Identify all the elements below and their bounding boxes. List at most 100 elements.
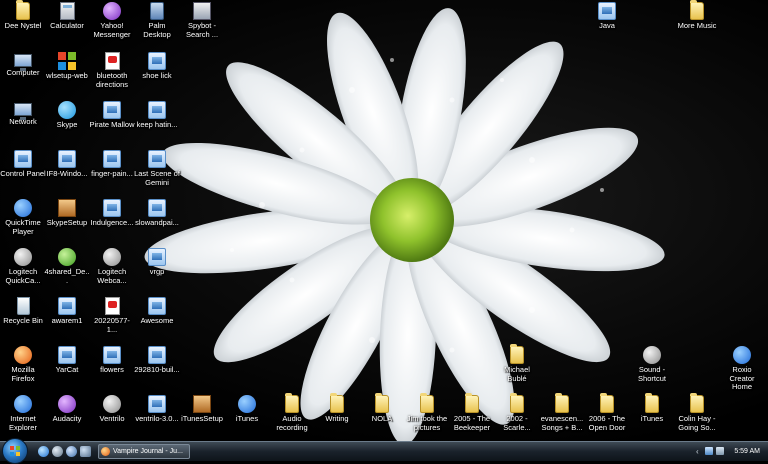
desktop-icon-colin-hay[interactable]: Colin Hay - Going So... [674, 393, 720, 432]
yahoo-messenger-icon [103, 2, 121, 20]
desktop-icon-slowandpainful[interactable]: slowandpai... [134, 199, 180, 228]
desktop-icon-evanescence-songs[interactable]: evanescen... Songs + B... [539, 393, 585, 432]
firefox-icon [14, 346, 32, 364]
clock[interactable]: 5:59 AM [734, 442, 760, 461]
desktop-icon-label: slowandpai... [135, 218, 179, 227]
switch-windows-icon[interactable] [66, 446, 77, 457]
desktop-icon-label: ventrilo-3.0... [135, 414, 179, 423]
desktop-icon-label: YarCat [55, 365, 79, 374]
skype-icon [58, 101, 76, 119]
image-file-icon [58, 297, 76, 315]
desktop-icon-palm-desktop[interactable]: Palm Desktop [134, 2, 180, 39]
taskbar: Vampire Journal - Ju... ‹ 5:59 AM [0, 438, 768, 464]
spybot-icon [193, 2, 211, 20]
folder-icon [690, 393, 704, 413]
desktop-icon-yahoo-messenger[interactable]: Yahoo! Messenger [89, 2, 135, 39]
image-file-icon [148, 150, 166, 168]
desktop-icon-writing[interactable]: Writing [314, 393, 360, 424]
desktop-icon-shoe-lick[interactable]: shoe lick [134, 52, 180, 81]
desktop-icon-flowers[interactable]: flowers [89, 346, 135, 375]
desktop[interactable]: Dee Nystel Computer Network Control Pane… [0, 0, 768, 441]
desktop-icon-control-panel[interactable]: Control Panel [0, 150, 46, 179]
desktop-icon-ie8-windows[interactable]: IF8-Windo... [44, 150, 90, 179]
volume-tray-icon[interactable] [716, 447, 724, 455]
desktop-icon-2002-scarlet[interactable]: 2002 - Scarle... [494, 393, 540, 432]
desktop-icon-skypesetup[interactable]: SkypeSetup [44, 199, 90, 228]
network-tray-icon[interactable] [705, 447, 713, 455]
desktop-icon-wlsetup-web[interactable]: wlsetup-web [44, 52, 90, 81]
desktop-icon-mozilla-firefox[interactable]: Mozilla Firefox [0, 346, 46, 383]
desktop-icon-spybot[interactable]: Spybot - Search ... [179, 2, 225, 39]
desktop-icon-label: Sound - Shortcut [638, 365, 666, 383]
desktop-icon-itunes-folder[interactable]: iTunes [629, 393, 675, 424]
desktop-icon-ventrilo[interactable]: Ventrilo [89, 395, 135, 424]
desktop-icon-292810-build[interactable]: 292810-buil... [134, 346, 180, 375]
installer-icon [148, 395, 166, 413]
desktop-icon-audio-recording[interactable]: Audio recording [269, 393, 315, 432]
desktop-icon-itunes[interactable]: iTunes [224, 395, 270, 424]
desktop-icon-vrgp[interactable]: vrgp [134, 248, 180, 277]
desktop-icon-roxio-creator-home[interactable]: Roxio Creator Home [719, 346, 765, 392]
desktop-icon-label: iTunes [235, 414, 259, 423]
internet-explorer-icon [14, 395, 32, 413]
desktop-icon-internet-explorer[interactable]: Internet Explorer [0, 395, 46, 432]
folder-icon [420, 393, 434, 413]
pdf-icon [104, 297, 120, 315]
desktop-icon-last-scene-of-gemini[interactable]: Last Scene of Gemini [134, 150, 180, 187]
desktop-icon-michael-buble[interactable]: Michael Bublé [494, 344, 540, 383]
image-file-icon [103, 101, 121, 119]
desktop-icon-ventrilo-setup[interactable]: ventrilo-3.0... [134, 395, 180, 424]
media-player-icon[interactable] [52, 446, 63, 457]
desktop-icon-awarem1[interactable]: awarem1 [44, 297, 90, 326]
desktop-icon-calculator[interactable]: Calculator [44, 2, 90, 31]
folder-icon [510, 344, 524, 364]
desktop-icon-label: Internet Explorer [9, 414, 37, 432]
webcam-icon [103, 248, 121, 266]
desktop-icon-java[interactable]: Java [584, 2, 630, 31]
desktop-icon-label: Indulgence... [90, 218, 134, 227]
desktop-icon-bluetooth-directions[interactable]: bluetooth directions [89, 52, 135, 89]
show-desktop-icon[interactable] [80, 446, 91, 457]
desktop-icon-more-music[interactable]: More Music [674, 0, 720, 31]
desktop-icon-sound-shortcut[interactable]: Sound - Shortcut [629, 346, 675, 383]
desktop-icon-network[interactable]: Network [0, 101, 46, 127]
desktop-icon-label: More Music [677, 21, 717, 30]
taskbar-button-firefox[interactable]: Vampire Journal - Ju... [98, 444, 190, 459]
image-file-icon [148, 101, 166, 119]
desktop-icon-label: Pirate Mallow [89, 120, 135, 129]
desktop-icon-yarcat[interactable]: YarCat [44, 346, 90, 375]
internet-explorer-icon[interactable] [38, 446, 49, 457]
logitech-icon [14, 248, 32, 266]
desktop-icon-computer[interactable]: Computer [0, 52, 46, 78]
desktop-icon-awesome[interactable]: Awesome [134, 297, 180, 326]
tray-chevron-icon[interactable]: ‹ [696, 442, 699, 461]
desktop-icon-label: finger-pain... [91, 169, 133, 178]
desktop-icon-2006-open-door[interactable]: 2006 - The Open Door [584, 393, 630, 432]
itunes-icon [238, 395, 256, 413]
desktop-icon-pirate-mallow[interactable]: Pirate Mallow [89, 101, 135, 130]
desktop-icon-4shared-desktop[interactable]: 4shared_De... [44, 248, 90, 285]
folder-icon [285, 393, 299, 413]
desktop-icon-itunessetup[interactable]: iTunesSetup [179, 395, 225, 424]
desktop-icon-2005-beekeeper[interactable]: 2005 - The Beekeeper [449, 393, 495, 432]
desktop-icon-logitech-quickcam[interactable]: Logitech QuickCa... [0, 248, 46, 285]
desktop-icon-logitech-webcam[interactable]: Logitech Webca... [89, 248, 135, 285]
desktop-icon-audacity[interactable]: Audacity [44, 395, 90, 424]
desktop-icon-jim-took-the-pictures[interactable]: Jim took the pictures [404, 393, 450, 432]
desktop-icon-nola[interactable]: NOLA [359, 393, 405, 424]
desktop-icon-finger-painting[interactable]: finger-pain... [89, 150, 135, 179]
desktop-icon-20220577[interactable]: 20220577-1... [89, 297, 135, 334]
start-button[interactable] [2, 438, 28, 464]
desktop-icon-label: 2002 - Scarle... [503, 414, 531, 432]
desktop-icon-label: awarem1 [51, 316, 83, 325]
desktop-icon-dee-nystel[interactable]: Dee Nystel [0, 0, 46, 31]
desktop-icon-recycle-bin[interactable]: Recycle Bin [0, 297, 46, 326]
desktop-icon-skype[interactable]: Skype [44, 101, 90, 130]
desktop-icon-quicktime-player[interactable]: QuickTime Player [0, 199, 46, 236]
quicktime-icon [14, 199, 32, 217]
desktop-icon-label: Audio recording [276, 414, 308, 432]
desktop-icon-keep-hatin[interactable]: keep hatin... [134, 101, 180, 130]
desktop-icon-label: 20220577-1... [94, 316, 130, 334]
desktop-icon-indulgence[interactable]: Indulgence... [89, 199, 135, 228]
desktop-icon-label: evanescen... Songs + B... [540, 414, 584, 432]
